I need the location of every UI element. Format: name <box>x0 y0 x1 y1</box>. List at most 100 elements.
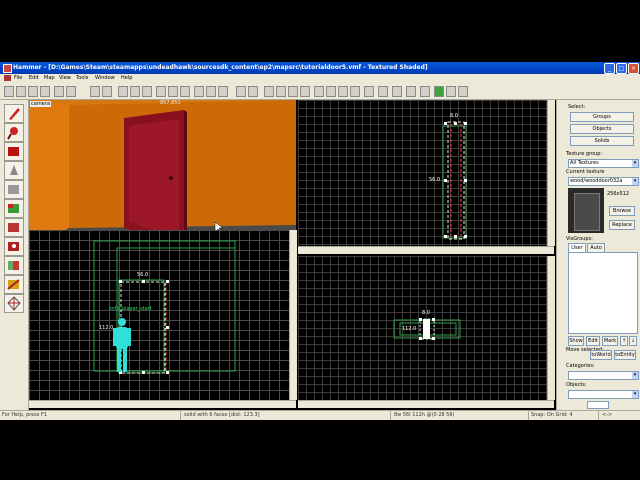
select-icon[interactable] <box>218 86 228 97</box>
apply-texture-icon <box>8 223 19 232</box>
objects-button[interactable]: Objects <box>570 124 634 134</box>
hammer-app-icon <box>3 64 12 73</box>
menu-view[interactable]: View <box>59 75 71 81</box>
texture-group-label: Texture group: <box>566 151 603 157</box>
top-view-viewport[interactable]: 8.0 56.0 <box>298 100 554 246</box>
top-view-vscroll[interactable] <box>547 100 555 246</box>
compile-icon[interactable] <box>446 86 456 97</box>
overlay-icon <box>8 261 19 270</box>
vertex-tool[interactable] <box>4 294 24 313</box>
model-icon[interactable] <box>288 86 298 97</box>
to-entity-button[interactable]: toEntity <box>614 350 636 360</box>
copy-icon[interactable] <box>66 86 76 97</box>
grid-dots-icon[interactable] <box>378 86 388 97</box>
groups-button[interactable]: Groups <box>570 112 634 122</box>
texture-lock-icon[interactable] <box>168 86 178 97</box>
objects-label: Objects: <box>566 382 587 388</box>
doc-icon[interactable] <box>4 75 11 81</box>
solids-button[interactable]: Solids <box>570 136 634 146</box>
ungroup-icon[interactable] <box>130 86 140 97</box>
to-world-button[interactable]: toWorld <box>590 350 612 360</box>
minimize-button[interactable]: _ <box>604 63 615 74</box>
selection-tool[interactable] <box>4 104 24 123</box>
cube-red-icon[interactable] <box>338 86 348 97</box>
cordon-icon[interactable] <box>406 86 416 97</box>
close-button[interactable]: × <box>628 63 639 74</box>
overlay-tool[interactable] <box>4 256 24 275</box>
overlay-icon[interactable] <box>300 86 310 97</box>
menu-edit[interactable]: Edit <box>29 75 39 81</box>
random-field[interactable] <box>587 401 609 409</box>
categories-select[interactable] <box>568 371 639 380</box>
maximize-button[interactable]: □ <box>616 63 627 74</box>
handles-icon[interactable] <box>206 86 216 97</box>
magnify-tool[interactable] <box>4 123 24 142</box>
tool-palette <box>0 100 29 410</box>
grid-3d-icon[interactable] <box>40 86 50 97</box>
check-icon[interactable] <box>420 86 430 97</box>
move-up-button[interactable]: ↑ <box>620 336 628 346</box>
move-down-button[interactable]: ↓ <box>629 336 637 346</box>
front-view-hscroll[interactable] <box>29 400 296 408</box>
current-texture-select[interactable]: wood/wooddoor032a <box>568 177 639 186</box>
objects-select[interactable] <box>568 390 639 399</box>
select-label: Select: <box>568 104 586 110</box>
vertex-icon[interactable] <box>248 86 258 97</box>
top-view-hscroll[interactable] <box>298 246 554 254</box>
mark-button[interactable]: Mark <box>602 336 618 346</box>
replace-button[interactable]: Replace <box>609 220 635 230</box>
grid-toggle-icon[interactable] <box>4 86 14 97</box>
status-zoom: <-> <box>602 412 613 418</box>
camera-icon[interactable] <box>392 86 402 97</box>
redo-icon[interactable] <box>102 86 112 97</box>
cut-icon[interactable] <box>54 86 64 97</box>
grid-larger-icon[interactable] <box>28 86 38 97</box>
visgroup-list[interactable] <box>568 252 638 334</box>
cube-blue-icon[interactable] <box>326 86 336 97</box>
menu-file[interactable]: File <box>14 75 22 81</box>
red-flag-icon[interactable] <box>314 86 324 97</box>
decal-tool[interactable] <box>4 237 24 256</box>
undo-icon[interactable] <box>90 86 100 97</box>
menu-tools[interactable]: Tools <box>76 75 88 81</box>
entity-tool[interactable] <box>4 161 24 180</box>
texture-scale-lock-icon[interactable] <box>180 86 190 97</box>
hide-icon[interactable] <box>142 86 152 97</box>
side-view-hscroll[interactable] <box>298 400 554 408</box>
menu-map[interactable]: Map <box>44 75 55 81</box>
apply-texture-tool[interactable] <box>4 218 24 237</box>
block-icon <box>8 185 19 194</box>
cube-white-icon[interactable] <box>364 86 374 97</box>
front-view-width-label: 56.0 <box>137 272 149 278</box>
decal-icon <box>8 242 19 251</box>
snap-icon[interactable] <box>194 86 204 97</box>
menu-window[interactable]: Window <box>95 75 115 81</box>
side-view-vscroll[interactable] <box>547 256 555 400</box>
status-bar: For Help, press F1 solid with 6 faces [d… <box>0 410 640 420</box>
categories-label: Categories: <box>566 363 595 369</box>
texture-icon <box>8 204 19 213</box>
decal-icon[interactable] <box>236 86 246 97</box>
magnify-icon <box>7 127 18 140</box>
block-tool[interactable] <box>4 180 24 199</box>
run-map-icon[interactable] <box>434 86 444 97</box>
clip-tool[interactable] <box>4 275 24 294</box>
edit-button[interactable]: Edit <box>586 336 600 346</box>
cube-green-icon[interactable] <box>350 86 360 97</box>
carve-icon[interactable] <box>156 86 166 97</box>
menu-help[interactable]: Help <box>121 75 132 81</box>
front-view-vscroll[interactable] <box>289 230 297 400</box>
browse-button[interactable]: Browse <box>609 206 635 216</box>
texture-tool[interactable] <box>4 199 24 218</box>
front-view-viewport[interactable]: 56.0 info_player_start 112.0 <box>29 230 296 400</box>
grid-smaller-icon[interactable] <box>16 86 26 97</box>
window-title: Hammer - [D:\Games\Steam\steamapps\undea… <box>13 64 428 71</box>
group-icon[interactable] <box>118 86 128 97</box>
texture-group-select[interactable]: All Textures <box>568 159 639 168</box>
entity-icon[interactable] <box>276 86 286 97</box>
options-icon[interactable] <box>458 86 468 97</box>
show-button[interactable]: Show <box>568 336 584 346</box>
brush-icon[interactable] <box>264 86 274 97</box>
side-view-viewport[interactable]: 8.0 112.0 <box>298 256 554 400</box>
camera-tool[interactable] <box>4 142 24 161</box>
